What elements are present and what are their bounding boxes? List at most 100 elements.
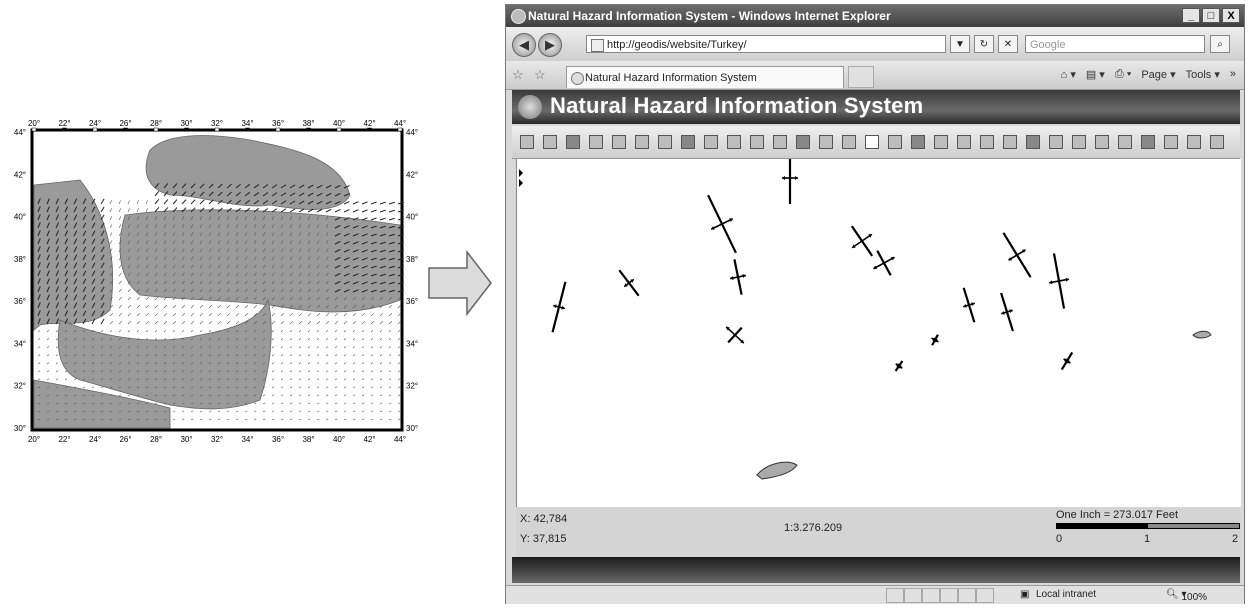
strain-cross[interactable] bbox=[892, 359, 905, 373]
strain-cross[interactable] bbox=[697, 190, 746, 258]
scale-mark-2: 2 bbox=[1232, 533, 1239, 545]
globe-icon[interactable] bbox=[704, 135, 718, 149]
globe-logo-icon bbox=[518, 95, 542, 119]
lat-tick-label: 32° bbox=[406, 382, 418, 391]
strain-cross[interactable] bbox=[547, 280, 571, 333]
lon-tick-label: 30° bbox=[180, 119, 192, 128]
anatolia-region bbox=[119, 209, 401, 313]
strain-cross[interactable] bbox=[719, 320, 750, 351]
lon-tick-label: 24° bbox=[89, 435, 101, 444]
info-icon[interactable] bbox=[911, 135, 925, 149]
tab-label: Natural Hazard Information System bbox=[585, 72, 757, 84]
lon-tick-label: 32° bbox=[211, 435, 223, 444]
lat-tick-label: 32° bbox=[14, 382, 26, 391]
help-icon[interactable] bbox=[1210, 135, 1224, 149]
back-arrow-icon[interactable] bbox=[727, 135, 741, 149]
maximize-button[interactable]: □ bbox=[1202, 8, 1220, 23]
strain-cross[interactable] bbox=[995, 228, 1039, 283]
lat-tick-label: 38° bbox=[14, 255, 26, 264]
add-favorites-icon[interactable]: ☆ bbox=[534, 67, 546, 83]
scale-mark-1: 1 bbox=[1144, 533, 1151, 545]
scale-mark-0: 0 bbox=[1056, 533, 1063, 545]
overview-icon[interactable] bbox=[1164, 135, 1178, 149]
print-icon[interactable] bbox=[658, 135, 672, 149]
lat-tick-label: 36° bbox=[406, 297, 418, 306]
search-input[interactable]: Google bbox=[1025, 35, 1205, 53]
lat-tick-label: 30° bbox=[406, 424, 418, 433]
tools-menu[interactable]: Tools ▾ bbox=[1186, 68, 1220, 81]
eraser-icon[interactable] bbox=[1095, 135, 1109, 149]
lat-tick-label: 42° bbox=[406, 170, 418, 179]
grid-icon[interactable] bbox=[1141, 135, 1155, 149]
lon-tick-label: 20° bbox=[28, 435, 40, 444]
map-view[interactable] bbox=[516, 159, 1241, 507]
strain-cross[interactable] bbox=[727, 258, 750, 296]
strain-cross[interactable] bbox=[1058, 350, 1075, 371]
full-extent-icon[interactable] bbox=[888, 135, 902, 149]
table-icon[interactable] bbox=[681, 135, 695, 149]
search-icon[interactable] bbox=[1118, 135, 1132, 149]
zoom-layer-icon[interactable] bbox=[796, 135, 810, 149]
measure-icon[interactable] bbox=[980, 135, 994, 149]
close-button[interactable]: X bbox=[1222, 8, 1240, 23]
process-arrow bbox=[428, 249, 492, 317]
refresh-button[interactable]: ↻ bbox=[974, 35, 994, 53]
page-menu[interactable]: Page ▾ bbox=[1141, 68, 1175, 81]
scale-bar bbox=[1056, 523, 1240, 529]
strain-cross[interactable] bbox=[958, 286, 980, 324]
forward-arrow-icon[interactable] bbox=[750, 135, 764, 149]
zoom-in-icon[interactable] bbox=[819, 135, 833, 149]
zoom-extent-icon[interactable] bbox=[773, 135, 787, 149]
print-layout-icon[interactable] bbox=[566, 135, 580, 149]
stop-button[interactable]: ✕ bbox=[998, 35, 1018, 53]
export-icon[interactable] bbox=[589, 135, 603, 149]
new-tab-button[interactable] bbox=[848, 66, 874, 88]
address-dropdown-button[interactable]: ▼ bbox=[950, 35, 970, 53]
find-icon[interactable] bbox=[957, 135, 971, 149]
feeds-icon[interactable]: ▤ ▾ bbox=[1086, 68, 1105, 81]
tab-nhis[interactable]: Natural Hazard Information System bbox=[566, 66, 844, 88]
layers-icon[interactable] bbox=[635, 135, 649, 149]
query-icon[interactable] bbox=[1026, 135, 1040, 149]
select-icon[interactable] bbox=[934, 135, 948, 149]
browser-window: Natural Hazard Information System - Wind… bbox=[505, 4, 1245, 604]
gis-toolbar bbox=[512, 126, 1240, 159]
legend-icon[interactable] bbox=[1072, 135, 1086, 149]
open-icon[interactable] bbox=[520, 135, 534, 149]
strain-cross[interactable] bbox=[615, 267, 644, 300]
save-icon[interactable] bbox=[543, 135, 557, 149]
hyperlink-icon[interactable] bbox=[1049, 135, 1063, 149]
zoom-control[interactable]: 🔍︎ 100% ▾ bbox=[1166, 589, 1207, 603]
back-button[interactable]: ◀ bbox=[512, 33, 536, 57]
strain-cross[interactable] bbox=[842, 219, 882, 262]
lon-tick-label: 38° bbox=[302, 119, 314, 128]
lon-tick-label: 38° bbox=[302, 435, 314, 444]
lon-tick-label: 20° bbox=[28, 119, 40, 128]
ie-status-bar: ▣ Local intranet 🔍︎ 100% ▾ bbox=[506, 585, 1244, 604]
lat-tick-label: 34° bbox=[406, 339, 418, 348]
print-icon[interactable]: ⎙ ▾ bbox=[1115, 68, 1131, 81]
forward-button[interactable]: ▶ bbox=[538, 33, 562, 57]
search-button[interactable]: ⌕ bbox=[1210, 35, 1230, 53]
strain-cross[interactable] bbox=[1044, 252, 1074, 311]
strain-cross[interactable] bbox=[995, 291, 1018, 333]
minimize-button[interactable]: _ bbox=[1182, 8, 1200, 23]
intranet-icon: ▣ bbox=[1020, 589, 1030, 600]
chevron-more-icon[interactable]: » bbox=[1230, 68, 1236, 81]
strain-cross[interactable] bbox=[929, 333, 942, 347]
home-icon[interactable]: ⌂ ▾ bbox=[1061, 68, 1076, 81]
favorites-star-icon[interactable]: ☆ bbox=[512, 67, 524, 83]
zoom-out-icon[interactable] bbox=[842, 135, 856, 149]
lat-tick-label: 42° bbox=[14, 170, 26, 179]
lon-tick-label: 40° bbox=[333, 435, 345, 444]
clear-icon[interactable] bbox=[1187, 135, 1201, 149]
address-input[interactable]: http://geodis/website/Turkey/ bbox=[586, 35, 946, 53]
upload-icon[interactable] bbox=[612, 135, 626, 149]
collapse-arrow-icon[interactable] bbox=[519, 169, 523, 177]
strain-cross[interactable] bbox=[867, 245, 901, 281]
island-shape bbox=[756, 461, 798, 480]
buffer-icon[interactable] bbox=[1003, 135, 1017, 149]
strain-cross[interactable] bbox=[782, 159, 798, 204]
lon-tick-label: 28° bbox=[150, 435, 162, 444]
pan-icon[interactable] bbox=[865, 135, 879, 149]
